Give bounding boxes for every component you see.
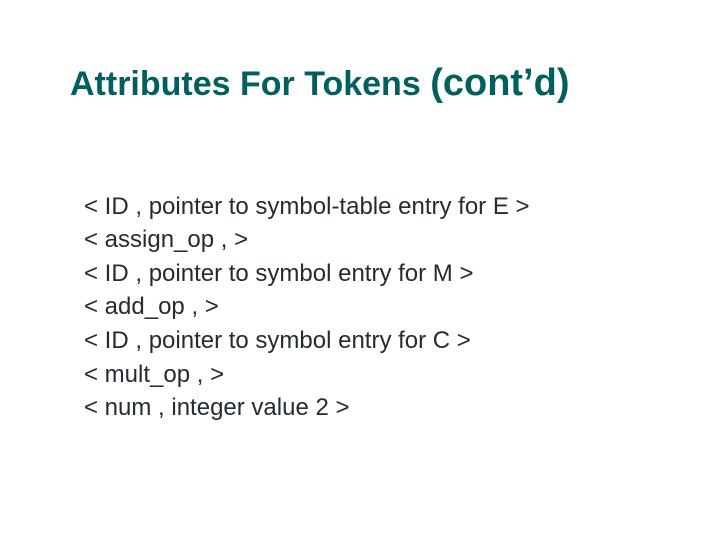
- slide-title: Attributes For Tokens (cont’d): [70, 62, 660, 106]
- slide: Attributes For Tokens (cont’d) < ID , po…: [0, 0, 720, 540]
- list-item: < ID , pointer to symbol entry for M >: [84, 257, 660, 291]
- token-attribute-list: < ID , pointer to symbol-table entry for…: [84, 190, 660, 425]
- list-item: < num , integer value 2 >: [84, 391, 660, 425]
- list-item: < ID , pointer to symbol-table entry for…: [84, 190, 660, 224]
- list-item: < assign_op , >: [84, 223, 660, 257]
- list-item: < add_op , >: [84, 290, 660, 324]
- slide-title-contd: (cont’d): [430, 62, 569, 104]
- list-item: < ID , pointer to symbol entry for C >: [84, 324, 660, 358]
- slide-title-main: Attributes For Tokens: [70, 65, 421, 103]
- list-item: < mult_op , >: [84, 358, 660, 392]
